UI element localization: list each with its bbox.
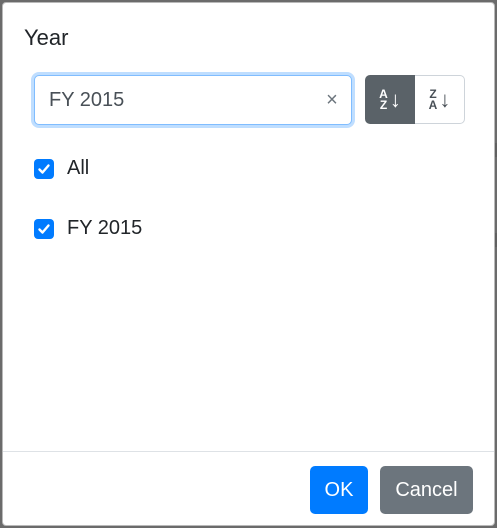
sort-az-arrow: ↓ [389,86,401,112]
ok-button[interactable]: OK [310,466,368,514]
sort-za-bottom-letter: A [428,97,438,112]
option-label-fy-2015: FY 2015 [67,217,143,239]
sort-za-arrow: ↓ [439,86,451,112]
footer-divider [3,451,494,452]
sort-ascending-button[interactable]: A Z ↓ [365,75,415,124]
option-fy-2015[interactable]: FY 2015 [34,217,142,240]
checkmark-icon [38,223,50,234]
sort-button-group: A Z ↓ Z A ↓ [365,75,465,124]
cancel-button[interactable]: Cancel [380,466,473,514]
sort-za-icon: Z A ↓ [428,86,451,112]
checkbox-all[interactable] [34,158,54,179]
checkbox-fy-2015[interactable] [34,218,54,239]
sort-az-bottom-letter: Z [379,97,388,112]
search-field[interactable]: × [34,75,352,125]
filter-dialog: Year × A Z ↓ Z A ↓ [2,2,495,526]
checkmark-icon [38,163,50,174]
dialog-title: Year [24,25,69,50]
sort-descending-button[interactable]: Z A ↓ [415,75,465,124]
option-label-all: All [67,157,90,179]
clear-icon[interactable]: × [321,89,343,111]
option-all[interactable]: All [34,157,89,180]
search-input[interactable] [35,76,315,124]
sort-az-icon: A Z ↓ [379,86,401,112]
